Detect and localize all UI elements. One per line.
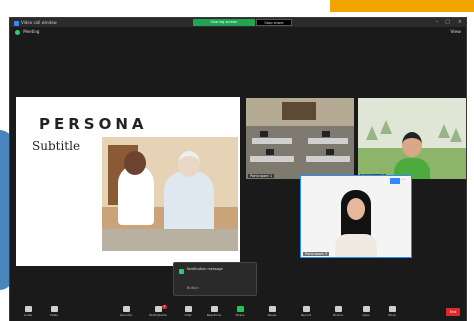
rooms-button[interactable]: Rooms	[326, 304, 350, 317]
record-icon	[302, 306, 310, 312]
meeting-info[interactable]: Meeting	[23, 29, 39, 34]
toolbar-label: Apps	[362, 313, 370, 317]
pause-icon	[268, 306, 276, 312]
participant-face	[347, 198, 365, 220]
toolbar-label: More	[388, 313, 396, 317]
reactions-button[interactable]: Reactions	[202, 304, 226, 317]
photo-table	[102, 229, 238, 251]
room-board	[282, 102, 316, 120]
room-desk	[250, 156, 294, 162]
video-camera-icon	[50, 306, 58, 312]
maximize-icon[interactable]: □	[445, 18, 450, 27]
tile-option-chip[interactable]	[390, 178, 400, 184]
apps-button[interactable]: Apps	[354, 304, 378, 317]
people-icon	[154, 306, 162, 312]
app-logo-icon	[14, 20, 19, 26]
participant-tile-2[interactable]: Participant 2	[358, 98, 466, 179]
stop-share-button[interactable]: Stop share	[256, 19, 292, 26]
record-button[interactable]: Record	[294, 304, 318, 317]
pause-share-button[interactable]: Pause	[260, 304, 284, 317]
participants-button[interactable]: Participants 3	[146, 304, 170, 317]
notification-icon	[179, 269, 184, 274]
slide-title: PERSONA	[39, 115, 148, 133]
shield-icon	[122, 306, 130, 312]
room-monitor	[322, 131, 330, 137]
bg-tree	[450, 128, 462, 142]
chat-button[interactable]: Chat	[176, 304, 200, 317]
security-button[interactable]: Security	[114, 304, 138, 317]
room-monitor	[266, 149, 274, 155]
photo-man-head	[178, 151, 200, 177]
toolbar-label: Record	[300, 313, 312, 317]
toolbar-label: Video	[49, 313, 59, 317]
meeting-toolbar: Audio Video Security Participants 3 Chat …	[10, 304, 466, 321]
slide-subtitle: Subtitle	[32, 139, 81, 153]
window-title-text: Video call window	[21, 20, 57, 25]
room-desk	[308, 138, 348, 144]
notification-button[interactable]: Button	[187, 286, 199, 290]
bg-tree	[438, 124, 450, 138]
participant-name: Participant 3	[303, 252, 330, 256]
minimize-icon[interactable]: –	[436, 18, 439, 27]
rooms-icon	[334, 306, 342, 312]
view-button[interactable]: View	[450, 28, 461, 38]
shared-slide: PERSONA Subtitle	[16, 97, 240, 266]
chat-icon	[184, 306, 192, 312]
sharing-indicator[interactable]: Sharing screen	[193, 19, 255, 26]
toolbar-label: Audio	[23, 313, 33, 317]
more-button[interactable]: More	[380, 304, 404, 317]
window-title: Video call window	[14, 18, 57, 27]
audio-button[interactable]: Audio	[16, 304, 40, 317]
meeting-window: Video call window Sharing screen Stop sh…	[9, 17, 467, 321]
bg-tree	[380, 120, 392, 134]
toolbar-label: Chat	[184, 313, 192, 317]
slide-photo-elderly-couple	[102, 137, 238, 251]
orange-banner	[330, 0, 474, 12]
photo-man	[164, 171, 214, 233]
toolbar-label: Reactions	[206, 313, 222, 317]
video-button[interactable]: Video	[42, 304, 66, 317]
room-desk	[252, 138, 292, 144]
share-screen-icon	[236, 306, 244, 312]
close-icon[interactable]: ×	[458, 18, 462, 27]
participant-body	[335, 234, 377, 257]
title-bar: Video call window Sharing screen Stop sh…	[10, 18, 466, 27]
participant-tile-3-active-speaker[interactable]: ⋯ Participant 3	[300, 175, 412, 258]
share-screen-button[interactable]: Share	[228, 304, 252, 317]
toolbar-label: Participants	[149, 313, 167, 317]
notification-text: Notification message	[187, 267, 223, 271]
apps-icon	[362, 306, 370, 312]
room-monitor	[326, 149, 334, 155]
participant-head	[402, 132, 422, 157]
end-meeting-button[interactable]: End	[446, 308, 460, 316]
photo-woman-head	[124, 151, 146, 175]
toolbar-label: Pause	[267, 313, 277, 317]
room-desk	[306, 156, 350, 162]
microphone-icon	[24, 306, 32, 312]
participant-tile-1[interactable]: Participant 1	[246, 98, 354, 179]
more-options-icon[interactable]: ⋯	[401, 177, 406, 183]
security-shield-icon[interactable]	[15, 29, 20, 35]
participants-count-badge: 3	[162, 305, 167, 309]
screenshot-frame: Video call window Sharing screen Stop sh…	[0, 0, 474, 321]
toolbar-label: Share	[235, 313, 245, 317]
toolbar-label: Security	[119, 313, 133, 317]
meeting-info-bar: Meeting View	[10, 27, 466, 37]
more-icon	[388, 306, 396, 312]
room-monitor	[260, 131, 268, 137]
toolbar-label: Rooms	[332, 313, 344, 317]
reactions-icon	[210, 306, 218, 312]
notification-popup: Notification message Button	[173, 262, 257, 296]
bg-tree	[366, 126, 378, 140]
participant-name: Participant 1	[248, 174, 275, 178]
